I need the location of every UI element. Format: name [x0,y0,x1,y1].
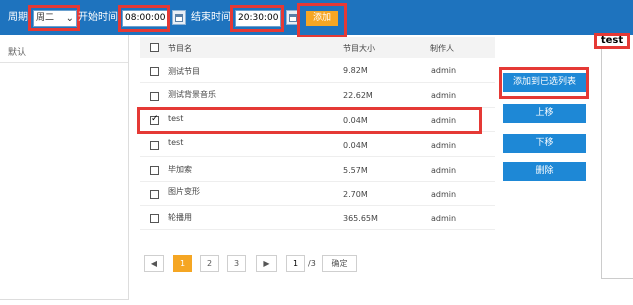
row-checkbox[interactable] [150,190,159,199]
confirm-page-button[interactable]: 确定 [322,255,357,272]
prev-page-button[interactable]: ◀ [144,255,164,272]
row-checkbox[interactable] [150,92,159,101]
row-name: 图片变形 [168,187,200,196]
page-button-1[interactable]: 1 [173,255,192,272]
row-size: 2.70M [343,190,368,199]
total-pages: /3 [308,259,316,268]
table-row[interactable]: 测试节目 9.82M admin [140,59,495,83]
program-schedule-page: 周期 周二 ⌄ 开始时间 08:00:00 结束时间 20:30:00 添加 t… [0,0,633,305]
week-label: 周期 [8,12,28,23]
row-name: 测试背景音乐 [168,90,216,99]
category-item-default[interactable]: 默认 [8,45,26,58]
row-checkbox[interactable] [150,141,159,150]
page-button-2[interactable]: 2 [200,255,219,272]
row-checkbox[interactable] [150,67,159,76]
start-calendar-icon[interactable] [172,10,186,25]
add-to-selected-highlight [499,67,589,99]
delete-button[interactable]: 删除 [503,162,586,181]
table-row[interactable]: 图片变形 2.70M admin [140,182,495,206]
end-time-highlight [230,5,284,32]
row-name: 毕加索 [168,165,192,174]
row-name: test [168,138,184,147]
row-size: 365.65M [343,214,378,223]
row-size: 22.62M [343,91,373,100]
page-number-input[interactable]: 1 [286,255,305,272]
end-time-label: 结束时间 [191,12,231,23]
header-size: 节目大小 [343,44,375,53]
next-page-button[interactable]: ▶ [256,255,277,272]
row-checkbox[interactable] [150,166,159,175]
row-author: admin [431,141,457,150]
row-author: admin [431,166,457,175]
week-select-highlight [28,5,80,31]
start-time-label: 开始时间 [78,12,118,23]
page-button-3[interactable]: 3 [227,255,246,272]
select-all-checkbox[interactable] [150,43,159,52]
category-divider [0,62,128,63]
table-row[interactable]: 轮播用 365.65M admin [140,206,495,230]
table-row[interactable]: test 0.04M admin [140,133,495,157]
header-name: 节目名 [168,44,192,53]
row-size: 0.04M [343,141,368,150]
row-checkbox[interactable] [150,214,159,223]
table-row[interactable]: 毕加索 5.57M admin [140,158,495,182]
row-size: 9.82M [343,66,368,75]
row-name: 轮播用 [168,213,192,222]
add-button-highlight [297,3,347,38]
selected-row-highlight [137,107,482,134]
row-name: 测试节目 [168,67,200,76]
move-down-button[interactable]: 下移 [503,134,586,153]
start-time-highlight [118,5,170,32]
selected-list-panel [601,49,633,279]
move-up-button[interactable]: 上移 [503,104,586,123]
row-author: admin [431,66,457,75]
row-author: admin [431,214,457,223]
header-author: 制作人 [430,44,454,53]
category-panel: 默认 [0,35,129,300]
table-row[interactable]: 测试背景音乐 22.62M admin [140,84,495,108]
table-header: 节目名 节目大小 制作人 [140,37,495,58]
row-author: admin [431,190,457,199]
row-size: 5.57M [343,166,368,175]
selected-program-tag: test [594,33,630,49]
row-author: admin [431,91,457,100]
